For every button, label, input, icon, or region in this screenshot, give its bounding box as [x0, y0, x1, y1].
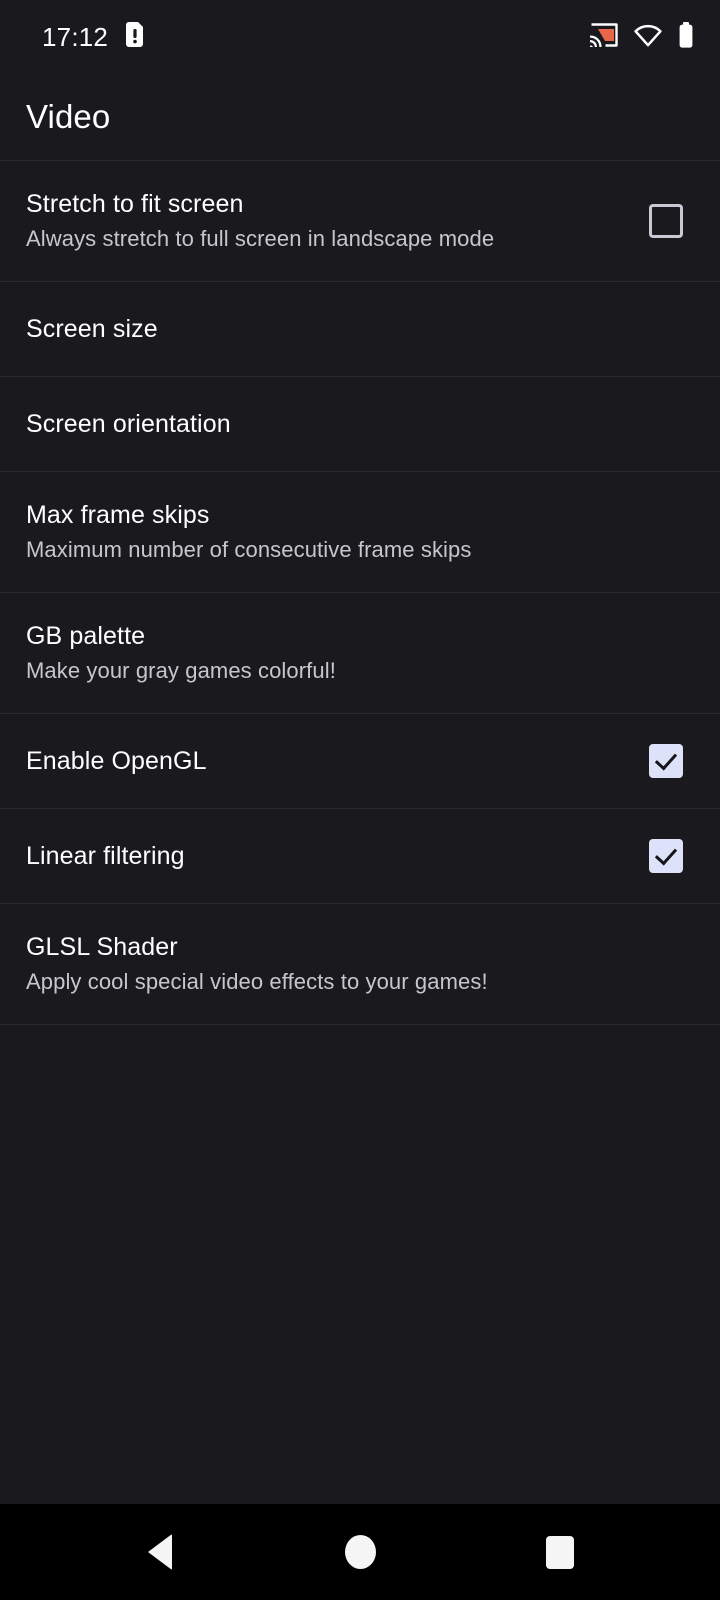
- page-title-container: Video: [0, 74, 720, 160]
- preference-title: Screen size: [26, 314, 158, 343]
- preference-row-enable-opengl[interactable]: Enable OpenGL: [0, 714, 720, 808]
- status-bar: 17:12: [0, 0, 720, 74]
- preference-summary: Always stretch to full screen in landsca…: [26, 226, 495, 252]
- checkbox-unchecked-icon: [649, 204, 683, 238]
- recents-button[interactable]: [512, 1504, 608, 1600]
- preference-row-stretch-to-fit-screen[interactable]: Stretch to fit screen Always stretch to …: [0, 161, 720, 281]
- back-triangle-icon: [148, 1534, 172, 1570]
- preference-row-screen-orientation[interactable]: Screen orientation: [0, 377, 720, 471]
- preference-row-linear-filtering[interactable]: Linear filtering: [0, 809, 720, 903]
- preference-title: Enable OpenGL: [26, 746, 207, 775]
- preference-list: Stretch to fit screen Always stretch to …: [0, 160, 720, 1504]
- sd-card-alert-icon: [125, 21, 145, 53]
- system-navigation-bar: [0, 1504, 720, 1600]
- preference-text: GLSL Shader Apply cool special video eff…: [26, 933, 694, 994]
- status-bar-left: 17:12: [42, 21, 145, 53]
- preference-text: Enable OpenGL: [26, 747, 622, 776]
- checkbox-stretch-to-fit-screen[interactable]: [638, 193, 694, 249]
- battery-full-icon: [678, 21, 694, 53]
- status-bar-right: [589, 21, 694, 53]
- preference-row-glsl-shader[interactable]: GLSL Shader Apply cool special video eff…: [0, 904, 720, 1024]
- page-title: Video: [26, 98, 111, 135]
- checkbox-linear-filtering[interactable]: [638, 828, 694, 884]
- preference-title: Stretch to fit screen: [26, 190, 244, 219]
- preference-row-gb-palette[interactable]: GB palette Make your gray games colorful…: [0, 593, 720, 713]
- home-circle-icon: [344, 1535, 376, 1569]
- preference-row-max-frame-skips[interactable]: Max frame skips Maximum number of consec…: [0, 472, 720, 592]
- checkbox-checked-icon: [649, 839, 683, 873]
- preference-text: Screen size: [26, 315, 694, 344]
- preference-title: Linear filtering: [26, 841, 185, 870]
- preference-title: Max frame skips: [26, 501, 210, 530]
- preference-summary: Apply cool special video effects to your…: [26, 969, 488, 995]
- checkbox-checked-icon: [649, 744, 683, 778]
- preference-text: GB palette Make your gray games colorful…: [26, 622, 694, 683]
- cast-icon: [589, 22, 618, 52]
- preference-title: Screen orientation: [26, 409, 231, 438]
- preference-title: GLSL Shader: [26, 933, 178, 962]
- preference-row-screen-size[interactable]: Screen size: [0, 282, 720, 376]
- checkbox-enable-opengl[interactable]: [638, 733, 694, 789]
- preference-text: Max frame skips Maximum number of consec…: [26, 501, 694, 562]
- status-bar-clock: 17:12: [42, 22, 109, 52]
- home-button[interactable]: [312, 1504, 408, 1600]
- preference-text: Screen orientation: [26, 410, 694, 439]
- preference-summary: Make your gray games colorful!: [26, 658, 336, 684]
- preference-text: Stretch to fit screen Always stretch to …: [26, 190, 622, 251]
- preference-summary: Maximum number of consecutive frame skip…: [26, 537, 472, 563]
- preference-title: GB palette: [26, 622, 146, 651]
- app-screen: 17:12 Video Stretch to fit screen Always…: [0, 0, 720, 1600]
- wifi-icon: [634, 23, 662, 52]
- recents-square-icon: [546, 1535, 574, 1569]
- back-button[interactable]: [112, 1504, 208, 1600]
- preference-text: Linear filtering: [26, 842, 622, 871]
- empty-list-area: [0, 1025, 720, 1504]
